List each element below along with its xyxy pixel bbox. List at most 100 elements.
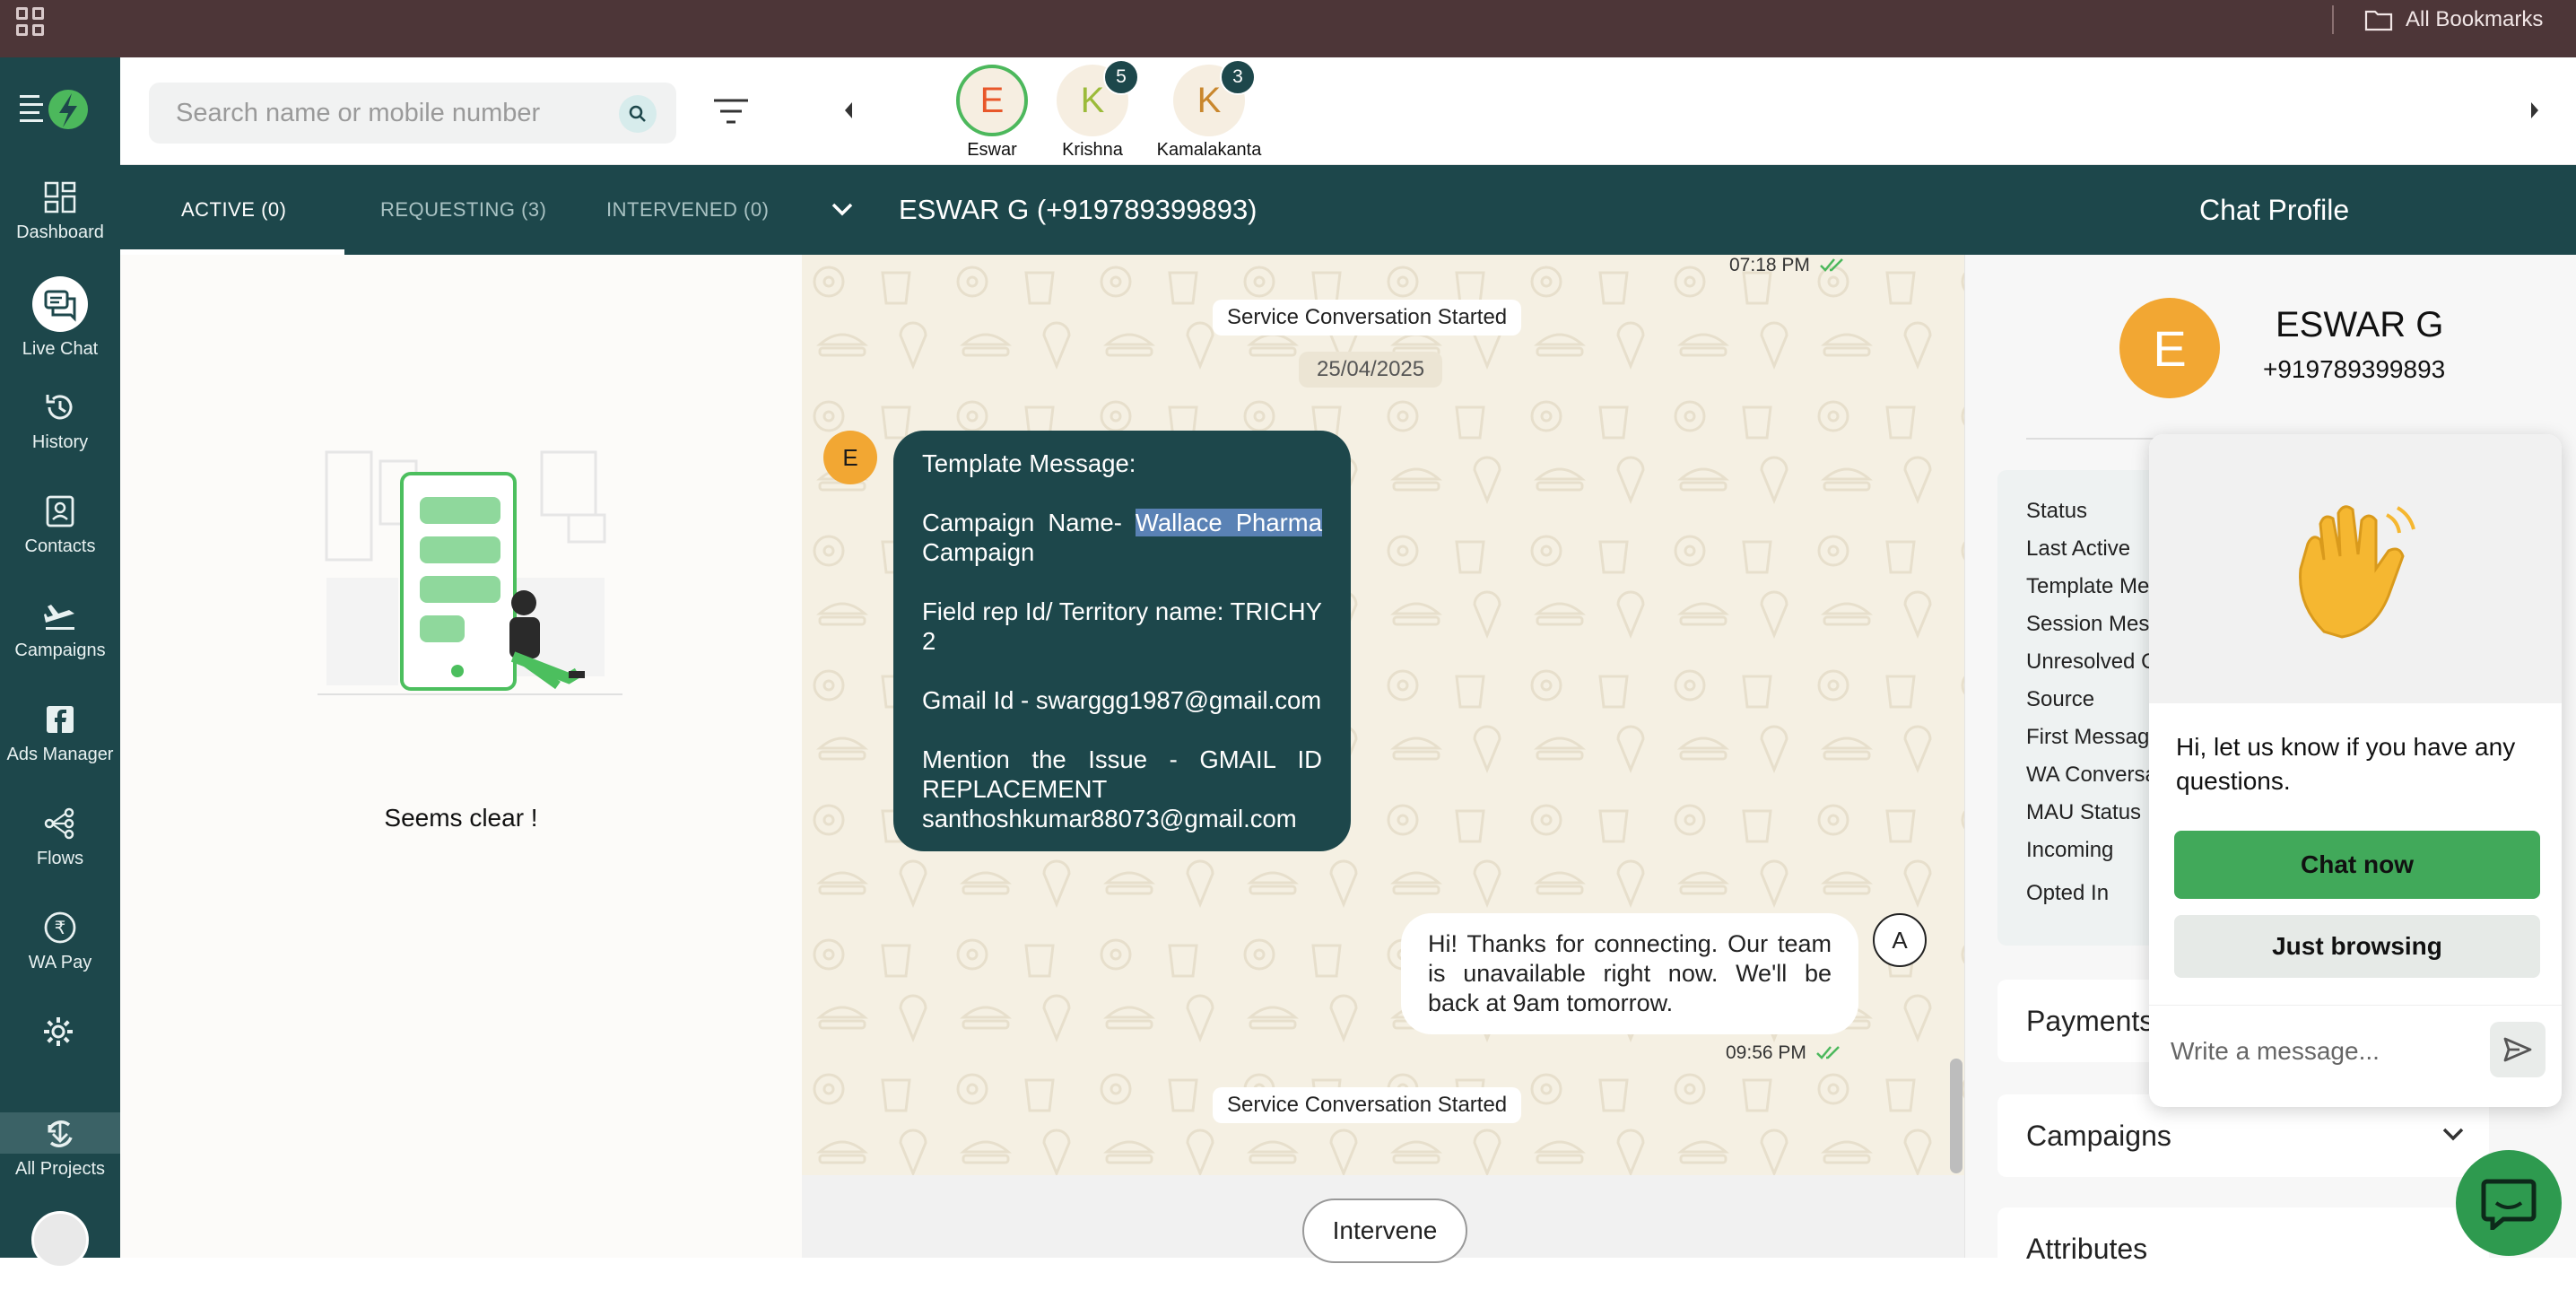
template-header: Template Message: — [922, 449, 1136, 477]
send-icon — [2503, 1037, 2532, 1062]
all-bookmarks-label: All Bookmarks — [2406, 7, 2544, 31]
empty-state-illustration — [318, 450, 622, 695]
sidebar-item-history[interactable]: History — [0, 389, 120, 453]
support-chat-widget: Hi, let us know if you have any question… — [2149, 434, 2562, 1107]
message-timestamp: 07:18 PM — [1729, 255, 1846, 276]
chevron-down-icon[interactable] — [829, 196, 856, 222]
sidebar-item-wa-pay[interactable]: ₹ WA Pay — [0, 910, 120, 973]
template-campaign: Campaign Name- Wallace Pharma Campaign — [922, 508, 1322, 567]
selected-text-highlight: Wallace Pharma — [1135, 509, 1322, 536]
facebook-icon — [47, 706, 74, 733]
rupee-icon: ₹ — [44, 911, 76, 944]
apps-grid-icon[interactable] — [16, 7, 45, 36]
incoming-message-bubble: Template Message: Campaign Name- Wallace… — [893, 431, 1351, 851]
filter-icon[interactable] — [712, 95, 750, 127]
search-icon — [629, 105, 646, 122]
contact-chip-initial: K — [1080, 80, 1105, 120]
contact-chip-name: Kamalakanta — [1156, 140, 1262, 160]
widget-message-input[interactable] — [2171, 1029, 2476, 1074]
attributes-section[interactable]: Attributes — [1997, 1207, 2489, 1290]
tabs-bar: ACTIVE (0) REQUESTING (3) INTERVENED (0)… — [120, 165, 2576, 255]
detail-label-template-messages: Template Me — [2026, 574, 2150, 598]
sidebar-item-label: Live Chat — [22, 339, 99, 359]
chat-header: E Eswar K5 Krishna K3 Kamalakanta — [120, 57, 2576, 165]
conversation-scrollbar[interactable] — [1950, 1059, 1962, 1173]
system-message: Service Conversation Started — [1213, 1087, 1522, 1123]
waving-hand-icon — [2299, 505, 2415, 639]
contact-chip-kamalakanta[interactable]: K3 Kamalakanta — [1155, 59, 1263, 161]
chevron-left-icon[interactable] — [838, 97, 859, 124]
contact-chip-avatar: K5 — [1057, 59, 1139, 136]
detail-label-wa-conversation: WA Conversa — [2026, 763, 2157, 787]
detail-label-mau-status: MAU Status — [2026, 800, 2142, 824]
profile-phone: +919789399893 — [2263, 355, 2446, 383]
user-avatar[interactable] — [31, 1211, 89, 1268]
double-check-icon — [1816, 1046, 1840, 1059]
chat-now-button[interactable]: Chat now — [2174, 831, 2540, 899]
contact-chip-avatar: E — [956, 65, 1028, 136]
contact-chip-initial: K — [1197, 80, 1222, 120]
bookmarks-bar: All Bookmarks — [0, 0, 2576, 57]
sidebar-item-campaigns[interactable]: Campaigns — [0, 597, 120, 661]
detail-label-source: Source — [2026, 687, 2095, 711]
widget-hero — [2149, 434, 2562, 703]
search-button[interactable] — [619, 95, 657, 133]
all-bookmarks-button[interactable]: All Bookmarks — [2364, 4, 2543, 36]
conversation-title: ESWAR G (+919789399893) — [899, 194, 1258, 225]
detail-label-last-active: Last Active — [2026, 536, 2131, 561]
intervene-bar: Intervene — [802, 1175, 1964, 1263]
svg-text:₹: ₹ — [55, 917, 66, 938]
contact-chip-avatar: K3 — [1173, 59, 1256, 136]
settings-gear-icon[interactable] — [40, 1014, 76, 1050]
campaign-prefix: Campaign Name- — [922, 509, 1136, 536]
contact-chip-krishna[interactable]: K5 Krishna — [1039, 59, 1146, 161]
app-logo — [20, 90, 88, 129]
section-title: Payments — [2026, 1004, 2154, 1037]
sidebar-item-live-chat[interactable]: Live Chat — [0, 276, 120, 360]
sidebar-item-label: Campaigns — [14, 641, 106, 660]
contact-chip-initial: E — [979, 80, 1005, 120]
contact-chip-name: Eswar — [967, 140, 1017, 160]
detail-label-incoming: Incoming — [2026, 838, 2114, 862]
support-chat-launcher[interactable] — [2456, 1150, 2562, 1256]
campaign-suffix: Campaign — [922, 538, 1035, 566]
sidebar-item-flows[interactable]: Flows — [0, 806, 120, 869]
profile-avatar: E — [2119, 298, 2220, 398]
detail-label-unresolved: Unresolved Q — [2026, 649, 2158, 674]
intervene-button[interactable]: Intervene — [1302, 1198, 1467, 1263]
chevron-right-icon[interactable] — [2524, 97, 2546, 124]
chat-icon — [32, 276, 88, 332]
tab-intervened[interactable]: INTERVENED (0) — [606, 165, 769, 255]
message-timestamp: 09:56 PM — [1726, 1042, 1842, 1064]
section-title: Attributes — [2026, 1232, 2148, 1265]
sidebar-item-dashboard[interactable]: Dashboard — [0, 179, 120, 243]
contact-chip-eswar[interactable]: E Eswar — [938, 65, 1046, 161]
history-icon — [46, 395, 73, 420]
tab-requesting[interactable]: REQUESTING (3) — [380, 165, 546, 255]
widget-send-button[interactable] — [2490, 1022, 2546, 1077]
sidebar-item-contacts[interactable]: Contacts — [0, 493, 120, 557]
sidebar-item-all-projects[interactable]: All Projects — [0, 1116, 120, 1180]
template-gmail: Gmail Id - swarggg1987@gmail.com — [922, 686, 1322, 714]
sidebar-item-ads-manager[interactable]: Ads Manager — [0, 702, 120, 765]
unread-badge: 3 — [1220, 59, 1256, 95]
sidebar-item-label: All Projects — [14, 1159, 106, 1179]
sidebar-item-label: Ads Manager — [6, 745, 114, 764]
folder-icon — [2364, 10, 2393, 31]
chat-profile-title: Chat Profile — [2199, 193, 2350, 226]
search-input[interactable] — [176, 98, 597, 128]
projects-icon — [48, 1120, 73, 1147]
tab-active[interactable]: ACTIVE (0) — [181, 165, 286, 255]
flows-icon — [44, 807, 74, 840]
template-issue: Mention the Issue - GMAIL ID REPLACEMENT… — [922, 745, 1322, 832]
message-time: 09:56 PM — [1726, 1042, 1806, 1063]
message-time: 07:18 PM — [1729, 255, 1810, 275]
chevron-down-icon — [2442, 1128, 2464, 1141]
just-browsing-button[interactable]: Just browsing — [2174, 915, 2540, 978]
detail-label-status: Status — [2026, 499, 2088, 523]
empty-state-text: Seems clear ! — [384, 804, 538, 832]
outgoing-message-bubble: Hi! Thanks for connecting. Our team is u… — [1401, 913, 1858, 1034]
chat-bubble-icon — [2481, 1179, 2537, 1230]
widget-compose — [2149, 1005, 2562, 1107]
widget-greeting: Hi, let us know if you have any question… — [2176, 733, 2516, 795]
